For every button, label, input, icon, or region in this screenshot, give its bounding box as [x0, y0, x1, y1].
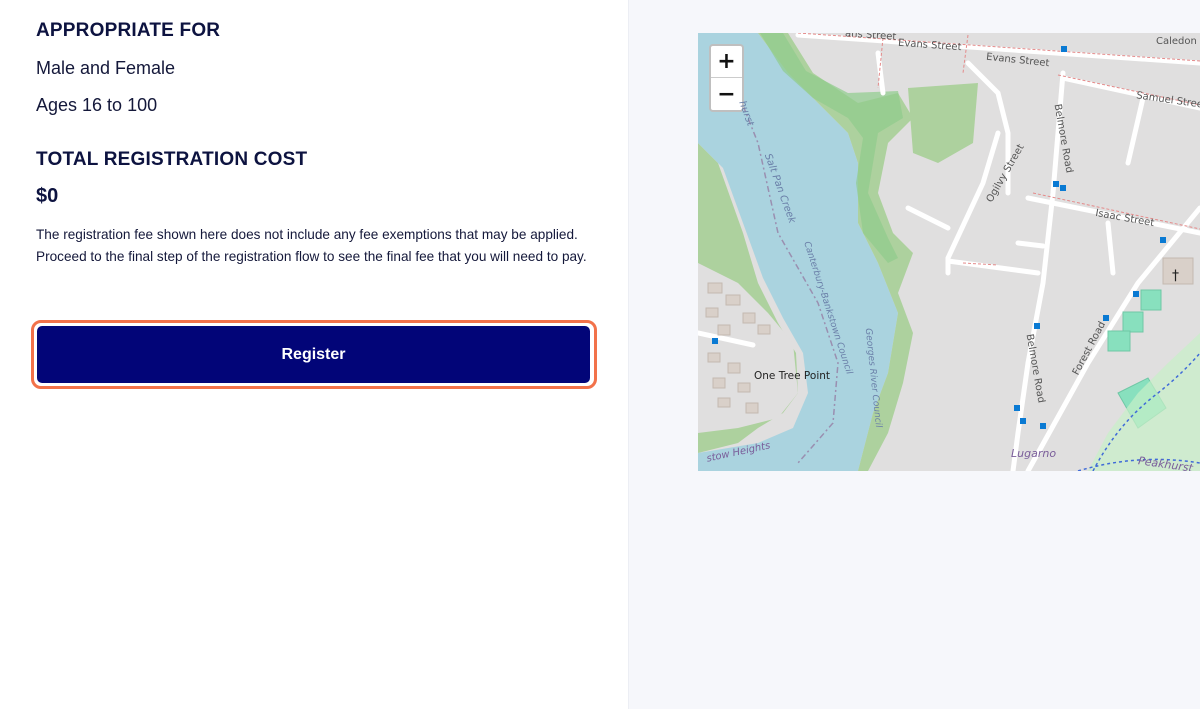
gender-text: Male and Female — [36, 58, 176, 78]
svg-text:†: † — [1172, 268, 1179, 284]
map-label-suburb: Lugarno — [1011, 447, 1057, 460]
fee-disclaimer: The registration fee shown here does not… — [36, 227, 587, 264]
total-cost-heading: TOTAL REGISTRATION COST — [36, 149, 308, 170]
register-button[interactable]: Register — [37, 326, 590, 383]
location-map[interactable]: † + − ans Street Evans Street Evans Stre… — [698, 33, 1200, 471]
total-cost-value: $0 — [36, 185, 59, 207]
map-label-street: Caledon — [1156, 36, 1197, 47]
map-label-place: One Tree Point — [754, 370, 831, 382]
zoom-in-button[interactable]: + — [711, 46, 742, 78]
ages-text: Ages 16 to 100 — [36, 95, 158, 115]
appropriate-for-heading: APPROPRIATE FOR — [36, 20, 221, 41]
registration-details-panel: APPROPRIATE FOR Male and Female Ages 16 … — [0, 0, 629, 709]
map-tiles: † — [698, 33, 1200, 471]
